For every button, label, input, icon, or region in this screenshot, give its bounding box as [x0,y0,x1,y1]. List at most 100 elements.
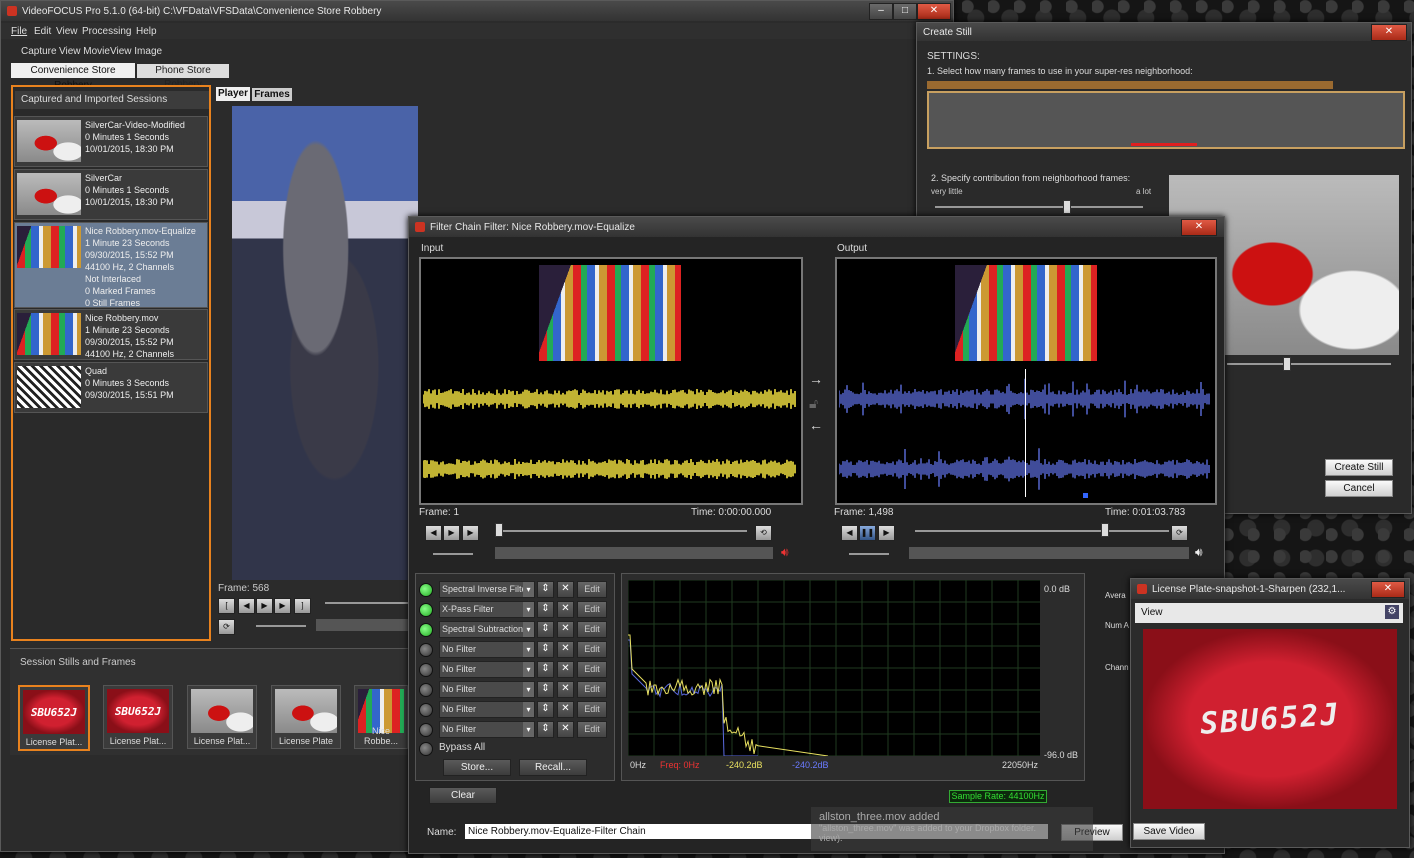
remove-filter-icon[interactable]: ✕ [557,601,574,618]
input-step-back-button[interactable]: ◀ [425,525,442,541]
input-scrubber-knob[interactable] [495,523,503,537]
input-sync-icon[interactable]: ⟲ [755,525,772,541]
output-pause-button[interactable]: ❚❚ [859,525,876,541]
preview-slider[interactable] [1227,363,1391,365]
input-step-forward-button[interactable]: ▶ [462,525,479,541]
filter-select[interactable]: No Filter ▾ [439,661,535,678]
toolbar-capture[interactable]: Capture [21,46,57,57]
close-button[interactable]: ✕ [1181,219,1217,236]
reorder-arrows-icon[interactable]: ⇕ [537,721,554,738]
remove-filter-icon[interactable]: ✕ [557,701,574,718]
session-item-selected[interactable]: Nice Robbery.mov-Equalize 1 Minute 23 Sec… [14,222,208,308]
player-video[interactable] [232,106,418,580]
cancel-button[interactable]: Cancel [1325,480,1393,497]
menu-processing[interactable]: Processing [82,26,131,37]
edit-filter-button[interactable]: Edit [577,701,607,718]
input-speaker-icon[interactable]: 🔊︎ [781,545,789,560]
step-start-button[interactable]: [ [218,598,235,614]
chevron-down-icon[interactable]: ▾ [523,582,534,597]
toast-notification[interactable]: allston_three.mov added "allston_three.m… [811,807,1093,851]
reorder-arrows-icon[interactable]: ⇕ [537,621,554,638]
filter-select[interactable]: Spectral Inverse Filter ▾ [439,581,535,598]
filter-enable-led[interactable] [419,683,433,697]
edit-filter-button[interactable]: Edit [577,721,607,738]
filter-enable-led[interactable] [419,723,433,737]
toolbar-view-movie[interactable]: View Movie [59,46,110,57]
edit-filter-button[interactable]: Edit [577,661,607,678]
create-still-button[interactable]: Create Still [1325,459,1393,476]
edit-filter-button[interactable]: Edit [577,621,607,638]
reorder-arrows-icon[interactable]: ⇕ [537,681,554,698]
view-menu[interactable]: View [1141,607,1163,618]
chevron-down-icon[interactable]: ▾ [523,602,534,617]
filter-enable-led[interactable] [419,583,433,597]
player-volume-slider[interactable] [256,625,306,627]
play-button[interactable]: ▶ [256,598,273,614]
edit-filter-button[interactable]: Edit [577,681,607,698]
remove-filter-icon[interactable]: ✕ [557,581,574,598]
close-button[interactable]: ✕ [1371,581,1405,598]
clear-button[interactable]: Clear [429,787,497,804]
reorder-arrows-icon[interactable]: ⇕ [537,641,554,658]
output-step-forward-button[interactable]: ▶ [878,525,895,541]
output-sync-icon[interactable]: ⟳ [1171,525,1188,541]
recall-button[interactable]: Recall... [519,759,587,776]
filter-enable-led[interactable] [419,703,433,717]
session-item[interactable]: Nice Robbery.mov 1 Minute 23 Seconds 09/30… [14,309,208,360]
loop-icon[interactable]: ⟳ [218,619,235,635]
settings-icon[interactable]: ⚙ [1385,605,1399,619]
close-button[interactable]: ✕ [917,3,951,20]
bypass-led[interactable] [419,742,433,756]
close-button[interactable]: ✕ [1371,24,1407,41]
input-hscroll[interactable] [495,547,773,559]
chevron-down-icon[interactable]: ▾ [523,662,534,677]
filter-enable-led[interactable] [419,643,433,657]
filter-enable-led[interactable] [419,663,433,677]
chevron-down-icon[interactable]: ▾ [523,702,534,717]
filter-select[interactable]: No Filter ▾ [439,681,535,698]
forward-arrow-icon[interactable]: → [809,371,823,387]
preview-slider-knob[interactable] [1283,357,1291,371]
filter-select[interactable]: No Filter ▾ [439,721,535,738]
edit-filter-button[interactable]: Edit [577,581,607,598]
store-button[interactable]: Store... [443,759,511,776]
filter-enable-led[interactable] [419,623,433,637]
remove-filter-icon[interactable]: ✕ [557,641,574,658]
filter-select[interactable]: No Filter ▾ [439,641,535,658]
output-scrubber[interactable] [915,530,1169,532]
filter-select[interactable]: Spectral Subtraction ▾ [439,621,535,638]
minimize-button[interactable]: – [869,3,893,20]
still-thumbnail[interactable]: SBU652J License Plat... [18,685,90,751]
menu-edit[interactable]: Edit [34,26,51,37]
menu-help[interactable]: Help [136,26,157,37]
lock-icon[interactable]: 🔓︎ [809,395,818,412]
edit-filter-button[interactable]: Edit [577,641,607,658]
edit-filter-button[interactable]: Edit [577,601,607,618]
filter-select[interactable]: No Filter ▾ [439,701,535,718]
still-thumbnail[interactable]: License Plat... [187,685,257,749]
output-scrubber-knob[interactable] [1101,523,1109,537]
remove-filter-icon[interactable]: ✕ [557,661,574,678]
remove-filter-icon[interactable]: ✕ [557,621,574,638]
step-back-button[interactable]: ◀ [238,598,255,614]
tab-phone-store[interactable]: Phone Store Robbery [137,64,229,90]
chevron-down-icon[interactable]: ▾ [523,642,534,657]
step-forward-button[interactable]: ▶ [274,598,291,614]
remove-filter-icon[interactable]: ✕ [557,721,574,738]
tab-convenience-store[interactable]: Convenience Store Robbery [11,63,135,91]
filter-select[interactable]: X-Pass Filter ▾ [439,601,535,618]
still-thumbnail[interactable]: SBU652J License Plat... [103,685,173,749]
menu-view[interactable]: View [56,26,78,37]
bypass-all-label[interactable]: Bypass All [439,742,485,753]
menu-file[interactable]: File [11,26,27,37]
reorder-arrows-icon[interactable]: ⇕ [537,701,554,718]
contribution-slider[interactable] [935,206,1143,208]
save-video-button[interactable]: Save Video [1133,823,1205,840]
step-end-button[interactable]: ] [294,598,311,614]
session-item[interactable]: SilverCar-Video-Modified 0 Minutes 1 Seco… [14,116,208,167]
reorder-arrows-icon[interactable]: ⇕ [537,661,554,678]
player-tab[interactable]: Player [216,87,250,101]
contribution-slider-knob[interactable] [1063,200,1071,214]
reorder-arrows-icon[interactable]: ⇕ [537,601,554,618]
output-speaker-icon[interactable]: 🔊︎ [1195,545,1203,560]
